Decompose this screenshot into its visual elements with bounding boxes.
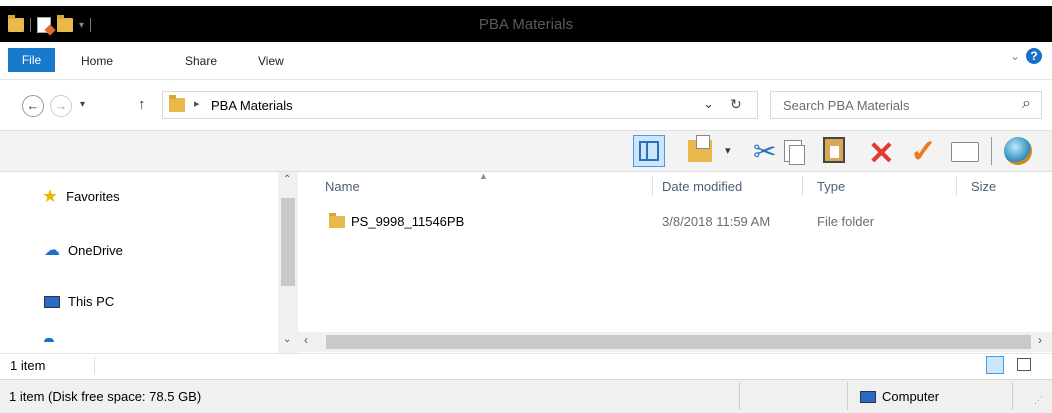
scroll-down-icon[interactable]: ⌄ [283,334,291,345]
navigation-bar: ← → ▾ ↑ ▸ PBA Materials ⌄ ↻ Search PBA M… [0,82,1052,128]
folder-icon [329,213,345,228]
column-headers: Name ▲ Date modified Type Size [298,171,1052,202]
column-header-type[interactable]: Type [817,179,845,194]
forward-button[interactable]: → [50,95,72,117]
nav-item-onedrive[interactable]: ☁ OneDrive [44,240,123,260]
file-list: Name ▲ Date modified Type Size PS_9998_1… [298,171,1052,340]
tab-file[interactable]: File [8,48,55,72]
nav-item-this-pc[interactable]: This PC [44,294,114,309]
computer-icon [860,391,876,403]
up-button[interactable]: ↑ [138,96,146,113]
properties-folder-icon[interactable] [688,135,712,162]
details-view-icon[interactable] [986,356,1004,374]
column-header-date[interactable]: Date modified [662,179,742,194]
cloud-icon: ☁ [44,242,60,259]
folder-icon [169,95,185,112]
tab-share[interactable]: Share [185,54,217,68]
help-icon[interactable]: ? [1026,48,1042,64]
search-box[interactable]: Search PBA Materials ⌕ [770,91,1042,119]
navigation-pane-scrollbar[interactable]: ⌃ ⌄ [278,172,298,353]
scroll-right-icon[interactable]: › [1038,333,1042,347]
table-row[interactable]: PS_9998_11546PB 3/8/2018 11:59 AM File f… [298,208,1052,234]
refresh-icon[interactable]: ↻ [730,96,742,113]
rename-check-icon[interactable]: ✓ [910,132,937,170]
divider [847,382,848,410]
shell-icon[interactable] [1004,137,1032,165]
star-icon: ★ [42,186,59,206]
navigation-pane: ★ Favorites ☁ OneDrive This PC [0,172,298,353]
preview-pane-button[interactable] [633,135,665,167]
divider [956,176,957,196]
location-label: Computer [882,389,940,404]
divider [652,176,653,196]
scrollbar-thumb[interactable] [281,198,295,286]
file-list-scrollbar[interactable]: ‹ › [298,332,1052,352]
divider [802,176,803,196]
divider [1012,382,1013,410]
divider [94,357,95,374]
ribbon-tabs: File Home Share View ⌄ ? [0,42,1052,80]
nav-item-favorites[interactable]: ★ Favorites [42,186,120,207]
nav-item-label: OneDrive [68,242,123,258]
recent-locations-dropdown-icon[interactable]: ▾ [80,99,85,110]
details-status-bar: 1 item (Disk free space: 78.5 GB) Comput… [0,379,1052,413]
address-dropdown-icon[interactable]: ⌄ [703,96,714,112]
status-bar: 1 item [0,353,1052,377]
nav-item-label: Favorites [66,189,120,204]
cut-icon[interactable]: ✂ [753,135,776,168]
sort-indicator-icon: ▲ [479,171,488,181]
disk-space-info: 1 item (Disk free space: 78.5 GB) [9,389,202,404]
file-name: PS_9998_11546PB [351,214,465,229]
tab-home[interactable]: Home [81,54,113,68]
copy-icon[interactable] [784,140,805,165]
scrollbar-thumb[interactable] [326,335,1031,349]
search-input[interactable]: Search PBA Materials [783,98,909,113]
item-count: 1 item [10,358,46,373]
address-bar[interactable]: ▸ PBA Materials ⌄ ↻ [162,91,758,119]
search-icon[interactable]: ⌕ [1022,95,1031,113]
title-bar: ▾ PBA Materials [0,6,1052,42]
back-button[interactable]: ← [22,95,44,117]
window-title: PBA Materials [478,16,574,33]
breadcrumb-pba-materials[interactable]: PBA Materials [211,98,293,113]
delete-icon[interactable]: ✕ [868,134,895,172]
homegroup-icon [44,338,54,342]
divider [991,137,992,165]
command-toolbar: ▾ ✂ ✕ ✓ [0,130,1052,172]
column-header-name[interactable]: Name [325,179,360,194]
large-icons-view-icon[interactable] [1017,358,1031,371]
file-date-modified: 3/8/2018 11:59 AM [662,214,771,229]
column-header-size[interactable]: Size [971,179,996,194]
computer-icon [44,295,60,308]
breadcrumb-separator[interactable]: ▸ [194,97,200,110]
scroll-left-icon[interactable]: ‹ [304,333,308,347]
preview-pane-icon [639,141,659,161]
paste-icon[interactable] [823,137,845,163]
email-icon[interactable] [951,142,979,162]
resize-grip-icon[interactable]: ⋰ [1034,395,1043,406]
chevron-down-icon[interactable]: ▾ [725,144,731,157]
file-type: File folder [817,214,875,229]
nav-item-label: This PC [68,294,115,309]
divider [739,382,740,410]
expand-ribbon-icon[interactable]: ⌄ [1010,49,1020,63]
tab-view[interactable]: View [258,54,284,68]
scroll-up-icon[interactable]: ⌃ [283,174,291,185]
